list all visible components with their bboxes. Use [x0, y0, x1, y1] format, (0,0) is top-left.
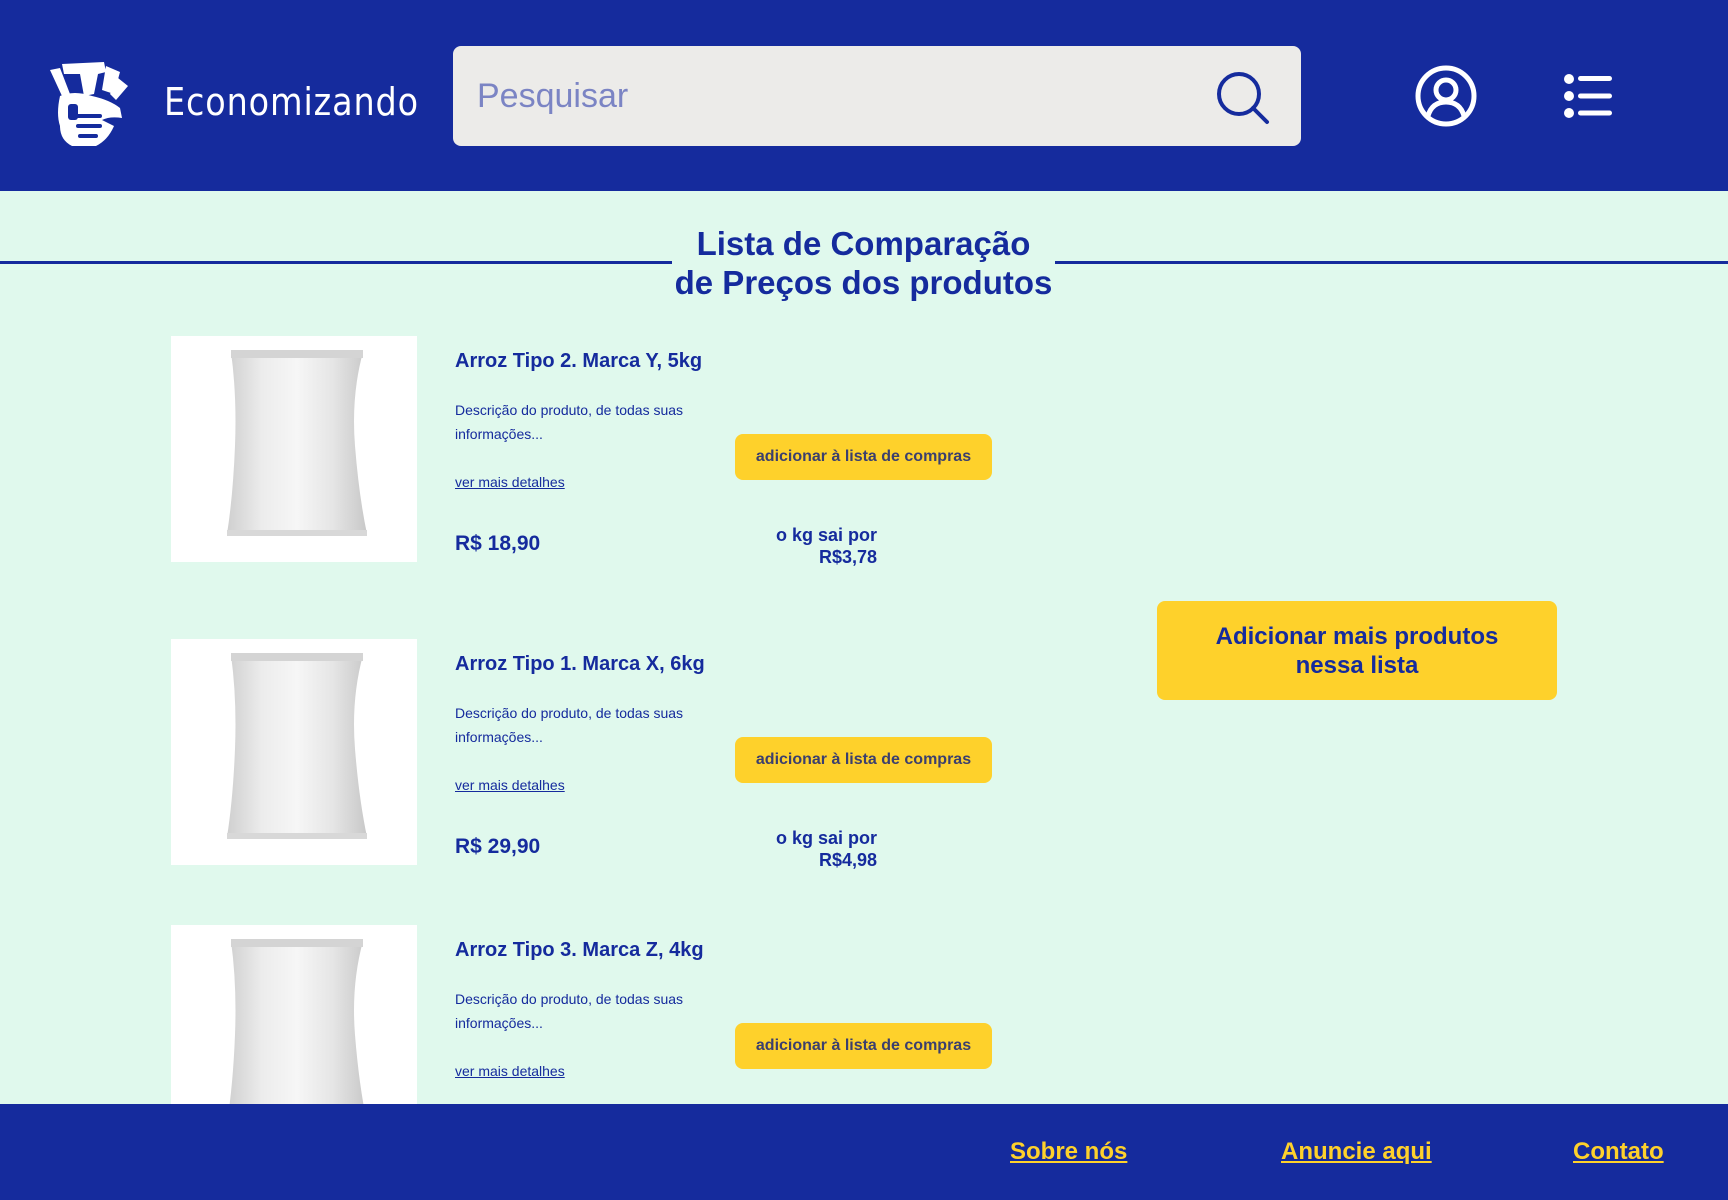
- per-kg-value: R$4,98: [818, 850, 877, 870]
- list-menu-icon[interactable]: [1564, 74, 1612, 118]
- product-card: Arroz Tipo 2. Marca Y, 5kg Descrição do …: [171, 336, 992, 567]
- product-price: R$ 29,90: [455, 835, 541, 858]
- details-link[interactable]: ver mais detalhes: [455, 1063, 565, 1079]
- add-more-line2: nessa lista: [1295, 651, 1419, 679]
- footer-link-contact[interactable]: Contato: [1573, 1138, 1664, 1166]
- product-name[interactable]: Arroz Tipo 3. Marca Z, 4kg: [455, 939, 704, 962]
- title-divider-left: [0, 261, 672, 264]
- price-per-kg: o kg sai por R$4,98: [701, 827, 877, 871]
- add-more-line1: Adicionar mais produtos: [1215, 622, 1499, 650]
- product-description: Descrição do produto, de todas suas info…: [455, 402, 684, 442]
- footer-link-about[interactable]: Sobre nós: [1010, 1138, 1127, 1166]
- per-kg-value: R$3,78: [818, 547, 877, 567]
- product-description: Descrição do produto, de todas suas info…: [455, 705, 684, 745]
- product-image[interactable]: [171, 336, 417, 562]
- footer-bar: Sobre nós Anuncie aqui Contato: [0, 1104, 1728, 1200]
- product-name[interactable]: Arroz Tipo 2. Marca Y, 5kg: [455, 350, 702, 373]
- add-more-products-button[interactable]: Adicionar mais produtos nessa lista: [1157, 601, 1557, 700]
- money-hand-logo-icon[interactable]: [44, 60, 130, 148]
- footer-link-advertise[interactable]: Anuncie aqui: [1281, 1138, 1432, 1166]
- details-link[interactable]: ver mais detalhes: [455, 777, 565, 793]
- add-to-shopping-list-button[interactable]: adicionar à lista de compras: [735, 1023, 992, 1069]
- product-image[interactable]: [171, 639, 417, 865]
- product-card: Arroz Tipo 1. Marca X, 6kg Descrição do …: [171, 639, 992, 870]
- add-to-shopping-list-button[interactable]: adicionar à lista de compras: [735, 434, 992, 480]
- add-to-shopping-list-button[interactable]: adicionar à lista de compras: [735, 737, 992, 783]
- brand-name[interactable]: Economizando: [164, 80, 419, 124]
- product-price: R$ 18,90: [455, 532, 541, 555]
- price-per-kg: o kg sai por R$3,78: [701, 524, 877, 568]
- page-title-line1: Lista de Comparação: [696, 225, 1031, 262]
- page-title-line2: de Preços dos produtos: [674, 264, 1053, 301]
- product-name[interactable]: Arroz Tipo 1. Marca X, 6kg: [455, 653, 705, 676]
- user-circle-icon[interactable]: [1414, 64, 1478, 128]
- product-description: Descrição do produto, de todas suas info…: [455, 991, 684, 1031]
- search-bar: [453, 46, 1301, 146]
- details-link[interactable]: ver mais detalhes: [455, 474, 565, 490]
- per-kg-label: o kg sai por: [775, 525, 877, 545]
- page-title: Lista de Comparação de Preços dos produt…: [672, 224, 1055, 302]
- search-input[interactable]: [477, 46, 1197, 146]
- title-divider-right: [1055, 261, 1728, 264]
- per-kg-label: o kg sai por: [775, 828, 877, 848]
- search-icon[interactable]: [1215, 70, 1271, 126]
- header-bar: Economizando: [0, 0, 1728, 191]
